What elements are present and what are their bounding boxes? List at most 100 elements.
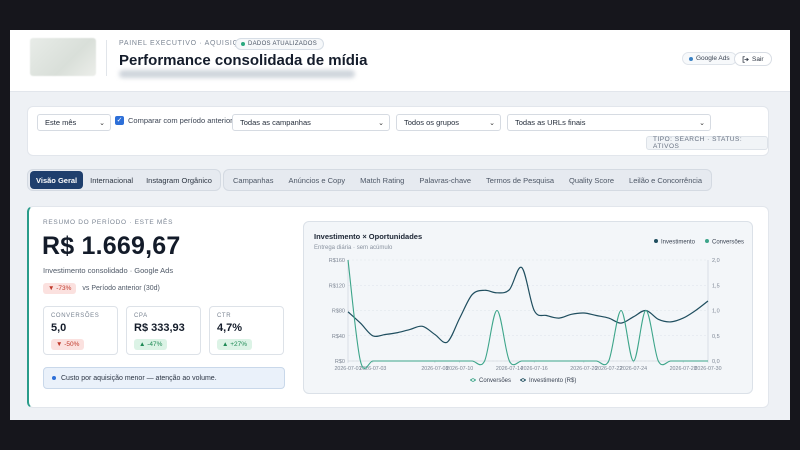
legend-label: Investimento (R$) [529, 378, 576, 384]
x-tick-label: 2026-07-10 [446, 366, 473, 372]
tab-visao-geral[interactable]: Visão Geral [30, 171, 84, 189]
kpi-delta-badge: ▼ -50% [51, 339, 85, 350]
tab-termos-pesquisa[interactable]: Termos de Pesquisa [479, 171, 561, 189]
legend-marker [521, 378, 525, 382]
header-eyebrow: PAINEL EXECUTIVO · AQUISIÇÃO [119, 40, 250, 47]
primary-tabs: Visão Geral Internacional Instagram Orgâ… [27, 169, 221, 191]
logout-button[interactable]: Sair [734, 52, 772, 66]
insight-note-text: Custo por aquisição menor — atenção ao v… [61, 374, 217, 382]
y-left-tick-label: R$40 [332, 334, 345, 340]
summary-eyebrow: RESUMO DO PERÍODO · ESTE MÊS [43, 219, 174, 226]
legend-label: Investimento [661, 240, 696, 246]
period-select[interactable]: Este mês ⌄ [37, 114, 111, 131]
kpi-label: CPA [134, 313, 148, 319]
kpi-card-conversoes: CONVERSÕES 5,0 ▼ -50% [43, 306, 118, 355]
chevron-down-icon: ⌄ [378, 120, 384, 127]
logout-icon [742, 55, 749, 63]
total-investment-value: R$ 1.669,67 [42, 232, 181, 260]
kpi-label: CTR [217, 313, 232, 319]
dashboard-app: PAINEL EXECUTIVO · AQUISIÇÃO DADOS ATUAL… [10, 30, 790, 420]
filter-bar: Este mês ⌄ ✓ Comparar com período anteri… [27, 106, 769, 156]
summary-card: RESUMO DO PERÍODO · ESTE MÊS R$ 1.669,67… [27, 206, 769, 408]
period-select-value: Este mês [45, 118, 77, 127]
redacted-subtitle [119, 70, 355, 78]
tab-quality-score[interactable]: Quality Score [562, 171, 621, 189]
legend-label: Conversões [712, 240, 744, 246]
y-right-tick-label: 0,5 [712, 334, 720, 340]
compare-label: Comparar com período anterior [128, 116, 233, 125]
series-line-investimento [347, 266, 709, 344]
x-tick-label: 2026-07-16 [521, 366, 548, 372]
url-select[interactable]: Todas as URLs finais ⌄ [507, 114, 711, 131]
kpi-card-cpa: CPA R$ 333,93 ▲ -47% [126, 306, 201, 355]
y-right-tick-label: 0,0 [712, 359, 720, 365]
header-divider [106, 40, 107, 76]
kpi-value: 5,0 [51, 322, 67, 334]
x-tick-label: 2026-07-14 [496, 366, 523, 372]
compare-toggle[interactable]: ✓ Comparar com período anterior [115, 116, 233, 125]
y-left-tick-label: R$160 [329, 258, 345, 264]
kpi-delta-badge: ▲ +27% [217, 339, 253, 350]
url-select-value: Todas as URLs finais [515, 118, 586, 127]
chart-subtitle: Entrega diária · sem acúmulo [314, 245, 393, 251]
investment-chart: Investimento × Oportunidades Entrega diár… [314, 232, 744, 384]
source-dot-icon [689, 56, 693, 61]
period-delta-row: ▼ -73% vs Período anterior (30d) [43, 283, 160, 294]
chart-title: Investimento × Oportunidades [314, 232, 422, 241]
secondary-tabs: Campanhas Anúncios e Copy Match Rating P… [223, 169, 712, 191]
y-right-tick-label: 1,0 [712, 309, 720, 315]
legend-label: Conversões [479, 378, 511, 384]
group-select[interactable]: Todos os grupos ⌄ [396, 114, 501, 131]
y-right-tick-label: 1,5 [712, 283, 720, 289]
tab-anuncios-copy[interactable]: Anúncios e Copy [281, 171, 352, 189]
campaign-select[interactable]: Todas as campanhas ⌄ [232, 114, 390, 131]
campaign-select-value: Todas as campanhas [240, 118, 311, 127]
x-tick-label: 2026-07-24 [620, 366, 647, 372]
tab-leilao-concorrencia[interactable]: Leilão e Concorrência [622, 171, 709, 189]
y-left-tick-label: R$120 [329, 283, 345, 289]
tab-instagram-organico[interactable]: Instagram Orgânico [140, 171, 218, 189]
legend-marker [705, 239, 709, 243]
x-tick-label: 2026-07-01 [334, 366, 361, 372]
data-updated-badge: DADOS ATUALIZADOS [235, 38, 325, 50]
x-tick-label: 2026-07-28 [670, 366, 697, 372]
logout-label: Sair [752, 55, 764, 63]
status-dot-icon [241, 42, 245, 46]
info-dot-icon [52, 376, 56, 380]
x-tick-label: 2026-07-30 [694, 366, 721, 372]
source-chip[interactable]: Google Ads [682, 52, 737, 65]
legend-marker [471, 378, 475, 382]
compare-checkbox[interactable]: ✓ [115, 116, 124, 125]
series-line-conversões [347, 259, 708, 369]
total-investment-label: Investimento consolidado · Google Ads [43, 266, 174, 275]
chevron-down-icon: ⌄ [489, 120, 495, 127]
type-status-badge: TIPO: SEARCH · STATUS: ATIVOS [646, 136, 768, 150]
kpi-card-ctr: CTR 4,7% ▲ +27% [209, 306, 284, 355]
kpi-value: R$ 333,93 [134, 322, 185, 334]
brand-logo [30, 38, 96, 76]
page-title: Performance consolidada de mídia [119, 52, 368, 69]
legend-marker [654, 239, 658, 243]
x-tick-label: 2026-07-03 [359, 366, 386, 372]
group-select-value: Todos os grupos [404, 118, 460, 127]
tab-internacional[interactable]: Internacional [84, 171, 139, 189]
y-right-tick-label: 2,0 [712, 258, 720, 264]
y-left-tick-label: R$80 [332, 309, 345, 315]
tab-campanhas[interactable]: Campanhas [226, 171, 280, 189]
tab-match-rating[interactable]: Match Rating [353, 171, 411, 189]
source-chip-label: Google Ads [696, 55, 730, 62]
insight-note: Custo por aquisição menor — atenção ao v… [43, 367, 285, 389]
period-delta-label: vs Período anterior (30d) [82, 285, 160, 292]
x-tick-label: 2026-07-22 [595, 366, 622, 372]
y-left-tick-label: R$0 [335, 359, 345, 365]
chevron-down-icon: ⌄ [699, 120, 705, 127]
x-tick-label: 2026-07-20 [570, 366, 597, 372]
kpi-delta-badge: ▲ -47% [134, 339, 168, 350]
top-header: PAINEL EXECUTIVO · AQUISIÇÃO DADOS ATUAL… [10, 30, 790, 92]
investment-chart-panel: Investimento × Oportunidades Entrega diár… [303, 221, 753, 394]
kpi-label: CONVERSÕES [51, 313, 100, 319]
period-delta-badge: ▼ -73% [43, 283, 77, 294]
data-updated-label: DADOS ATUALIZADOS [248, 41, 318, 47]
tab-palavras-chave[interactable]: Palavras-chave [412, 171, 478, 189]
kpi-value: 4,7% [217, 322, 243, 334]
